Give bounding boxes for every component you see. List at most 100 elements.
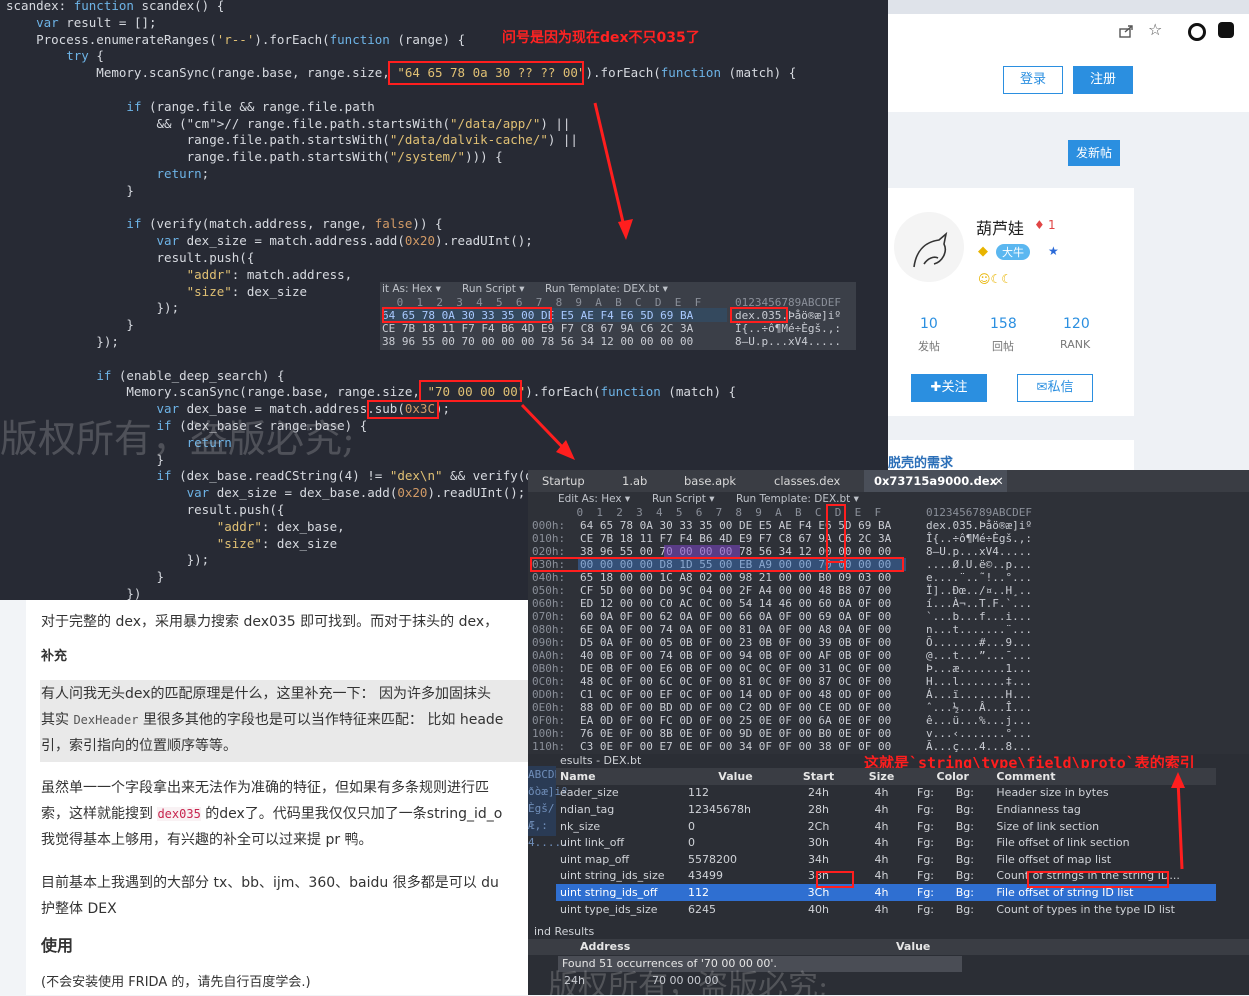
hex-row-ascii[interactable]: ê...ü...%...j... — [926, 714, 1032, 727]
hex-row-ascii[interactable]: ....Ø.U.ë©..p... — [926, 558, 1032, 571]
tab-base-apk[interactable]: base.apk — [684, 472, 736, 490]
hex-row-ascii[interactable]: `...b...f...i... — [926, 610, 1032, 623]
hex-popup: it As: Hex ▾ Run Script ▾ Run Template: … — [380, 282, 856, 350]
tab-memory-dex[interactable]: 0x73715a9000.dex — [864, 470, 1008, 492]
hex-row-ascii[interactable]: @...t...”...¯... — [926, 649, 1032, 662]
paragraph: 护整体 DEX — [41, 901, 117, 917]
related-link[interactable]: 脱壳的需求 — [888, 452, 953, 471]
template-row[interactable]: uint type_ids_size 6245 40h 4h Fg: Bg: Count o… — [556, 901, 1216, 918]
paragraph: 其实 DexHeader 里很多其他的字段也是可以当作特征来匹配： 比如 hea… — [41, 712, 504, 728]
edit-as-menu[interactable]: it As: Hex ▾ — [382, 283, 441, 295]
hex-row-ascii[interactable]: H...l.......‡... — [926, 675, 1032, 688]
template-cell: Fg: — [917, 819, 935, 833]
paragraph: (不会安装使用 FRIDA 的，请先自行百度学会.) — [41, 975, 311, 990]
hex-row-ascii[interactable]: v...‹.......°... — [926, 727, 1032, 740]
hex-row-ascii[interactable]: e....¨..˜!..°... — [926, 571, 1032, 584]
share-icon[interactable] — [1118, 23, 1134, 39]
run-script-menu[interactable]: Run Script ▾ — [462, 283, 525, 295]
template-row[interactable]: eader_size 112 24h 4h Fg: Bg: Header size in b… — [556, 785, 1216, 802]
run-template-menu[interactable]: Run Template: DEX.bt ▾ — [545, 283, 668, 295]
hex-row-bytes[interactable]: CF 5D 00 00 D0 9C 04 00 2F A4 00 00 48 B… — [580, 584, 891, 597]
paragraph: 引，索引指向的位置顺序等等。 — [41, 738, 237, 754]
paragraph: 我觉得基本上够用，有兴趣的补全可以过来提 pr 鸭。 — [41, 832, 373, 848]
edit-as-menu[interactable]: Edit As: Hex ▾ — [558, 493, 630, 505]
hex-popup-ascii: Î{..÷ô¶Mé÷Ègš.,: — [735, 322, 841, 335]
hex-row-bytes[interactable]: 88 0D 0F 00 BD 0D 0F 00 C2 0D 0F 00 CE 0… — [580, 701, 891, 714]
tab-startup[interactable]: Startup — [542, 472, 585, 490]
template-row[interactable]: uint map_off 5578200 34h 4h Fg: Bg: File offse… — [556, 851, 1216, 868]
col-value[interactable]: Value — [684, 768, 787, 785]
stat-rank-value[interactable]: 120 — [1063, 316, 1090, 332]
stat-posts-value[interactable]: 10 — [920, 316, 938, 332]
username[interactable]: 葫芦娃 — [976, 215, 1024, 239]
follow-button[interactable]: ✚关注 — [911, 374, 987, 402]
template-row[interactable]: nk_size 0 2Ch 4h Fg: Bg: Size of link section — [556, 818, 1216, 835]
col-start[interactable]: Start — [787, 768, 850, 785]
col-address[interactable]: Address — [580, 940, 630, 953]
bookmark-star-icon[interactable]: ☆ — [1148, 20, 1162, 39]
extension-icon[interactable] — [1188, 23, 1206, 41]
paragraph: 索，这样就能搜到 dex035 的dex了。代码里我仅仅只加了一条string_… — [41, 806, 503, 822]
paragraph: 有人问我无头dex的匹配原理是什么，这里补充一下： 因为许多加固抹头 — [41, 686, 491, 702]
profile-icon[interactable] — [1218, 22, 1234, 38]
ascii-column-header: 0123456789ABCDEF — [926, 506, 1032, 519]
hex-row-ascii[interactable]: Õ.......#...9... — [926, 636, 1032, 649]
hex-row-address: 0A0h: — [532, 649, 566, 662]
template-cell: 43499 — [688, 869, 723, 883]
hex-row-bytes[interactable]: 76 0E 0F 00 8B 0E 0F 00 9D 0E 0F 00 B0 0… — [580, 727, 891, 740]
template-cell: 6245 — [688, 902, 716, 916]
template-results: esults - DEX.bt ABCDEF ðòæ]iº Ègš/Æ,: 4....… — [528, 754, 1249, 925]
hex-row-bytes[interactable]: D5 0A 0F 00 05 0B 0F 00 23 0B 0F 00 39 0… — [580, 636, 891, 649]
hex-row-bytes[interactable]: 6E 0A 0F 00 74 0A 0F 00 81 0A 0F 00 A8 0… — [580, 623, 891, 636]
hex-row-address: 0B0h: — [532, 662, 566, 675]
hex-row-ascii[interactable]: Ï]..Ðœ../¤..H¸.. — [926, 584, 1032, 597]
hex-row-bytes[interactable]: 40 0B 0F 00 74 0B 0F 00 94 0B 0F 00 AF 0… — [580, 649, 891, 662]
template-row[interactable]: ndian_tag 12345678h 28h 4h Fg: Bg: Endianness … — [556, 801, 1216, 818]
run-script-menu[interactable]: Run Script ▾ — [652, 493, 715, 505]
hex-row-bytes[interactable]: C1 0C 0F 00 EF 0C 0F 00 14 0D 0F 00 48 0… — [580, 688, 891, 701]
hex-row-bytes[interactable]: 48 0C 0F 00 6C 0C 0F 00 81 0C 0F 00 87 0… — [580, 675, 891, 688]
hex-row-bytes[interactable]: DE 0B 0F 00 E6 0B 0F 00 0C 0C 0F 00 31 0… — [580, 662, 891, 675]
hex-row-bytes[interactable]: 60 0A 0F 00 62 0A 0F 00 66 0A 0F 00 69 0… — [580, 610, 891, 623]
new-post-button[interactable]: 发新帖 — [1068, 140, 1120, 166]
login-button[interactable]: 登录 — [1003, 66, 1063, 94]
hex-row-bytes[interactable]: EA 0D 0F 00 FC 0D 0F 00 25 0E 0F 00 6A 0… — [580, 714, 891, 727]
col-name[interactable]: Name — [556, 768, 684, 785]
hex-row-bytes[interactable]: ED 12 00 00 C0 AC 0C 00 54 14 46 00 60 0… — [580, 597, 891, 610]
hex-editor[interactable]: Startup 1.ab base.apk classes.dex 0x7371… — [528, 470, 1249, 995]
message-button[interactable]: ✉私信 — [1017, 374, 1093, 402]
template-cell: Fg: — [917, 836, 935, 850]
hex-row-ascii[interactable]: n...t.......¨... — [926, 623, 1032, 636]
col-size[interactable]: Size — [850, 768, 913, 785]
hex-row-ascii[interactable]: í...À¬..T.F.`... — [926, 597, 1032, 610]
forum-page: ☆ 登录 注册 发新帖 葫芦娃 ♦ 1 ◆ 大牛 ★ ☺☾☾ 10 发帖 158… — [888, 0, 1249, 471]
avatar[interactable] — [894, 212, 964, 282]
tab-1ab[interactable]: 1.ab — [622, 472, 647, 490]
hex-row-ascii[interactable]: ˆ...½...Â...Î... — [926, 701, 1032, 714]
hex-row-ascii[interactable]: Á...ï.......H... — [926, 688, 1032, 701]
template-cell: Fg: — [917, 869, 935, 883]
col-find-value[interactable]: Value — [896, 940, 930, 953]
stat-replies-label: 回帖 — [992, 340, 1014, 353]
col-color[interactable]: Color — [913, 768, 992, 785]
register-button[interactable]: 注册 — [1073, 66, 1133, 94]
hex-row-ascii[interactable]: 8–U.p...xV4..... — [926, 545, 1032, 558]
hex-row-ascii[interactable]: Î{..÷ô¶Mé÷Ègš.,: — [926, 532, 1032, 545]
stat-posts-label: 发帖 — [918, 340, 940, 353]
hex-row-bytes[interactable]: 65 18 00 00 1C A8 02 00 98 21 00 00 B0 0… — [580, 571, 891, 584]
close-tab-icon[interactable]: ✕ — [994, 472, 1004, 490]
hex-row-bytes[interactable]: C3 0E 0F 00 E7 0E 0F 00 34 0F 0F 00 38 0… — [580, 740, 891, 753]
template-row[interactable]: uint link_off 0 30h 4h Fg: Bg: File offset of … — [556, 834, 1216, 851]
hex-row-ascii[interactable]: Þ...æ.......1... — [926, 662, 1032, 675]
hex-row-address: 110h: — [532, 740, 566, 753]
medal-icon: ◆ — [978, 244, 988, 259]
stat-replies-value[interactable]: 158 — [990, 316, 1017, 332]
template-cell: Fg: — [917, 902, 935, 916]
template-cell: Fg: — [917, 786, 935, 800]
template-table[interactable]: Name Value Start Size Color Comment eade… — [556, 768, 1216, 917]
hex-row-address: 0C0h: — [532, 675, 566, 688]
tab-classes-dex[interactable]: classes.dex — [774, 472, 840, 490]
find-title: ind Results — [534, 925, 595, 938]
hex-row-ascii[interactable]: dex.035.Þåö®æ]iº — [926, 519, 1032, 532]
template-cell: uint link_off — [560, 836, 625, 850]
